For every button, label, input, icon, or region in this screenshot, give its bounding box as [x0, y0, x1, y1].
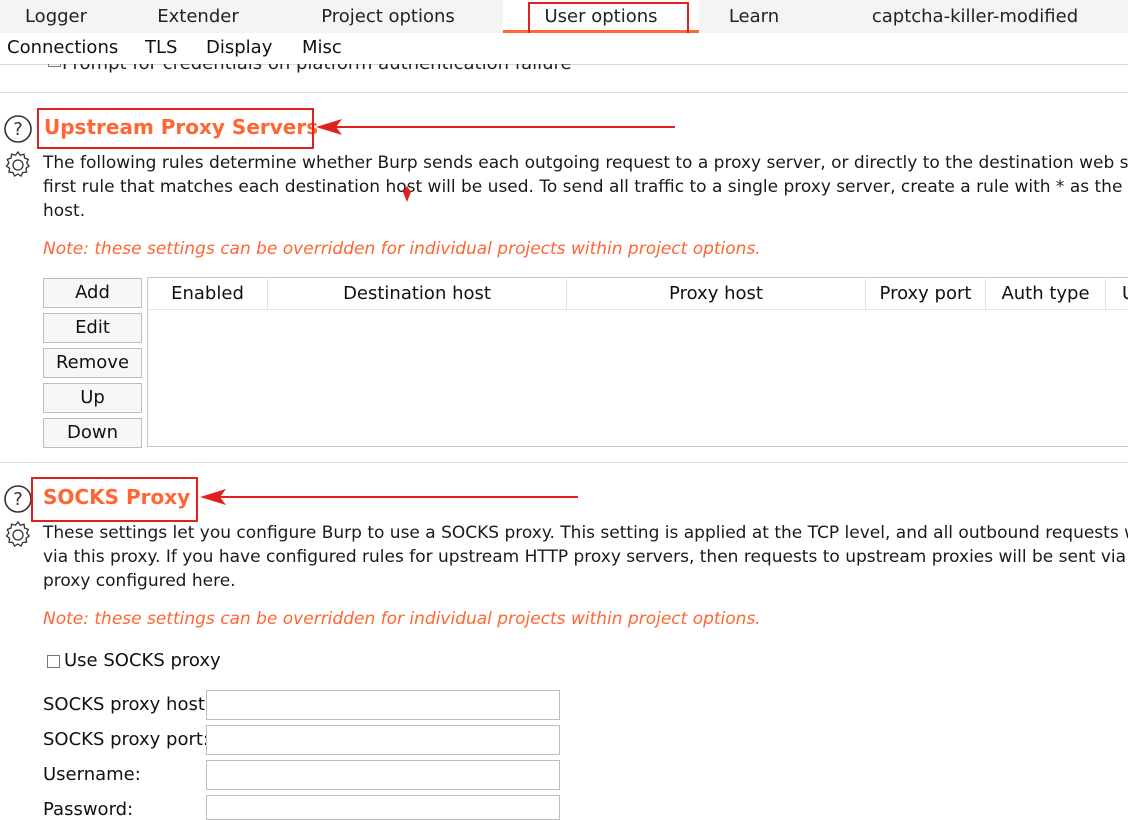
tab-project-options[interactable]: Project options [300, 0, 476, 33]
clipped-option-label: Prompt for credentials on platform authe… [62, 64, 572, 74]
socks-port-label: SOCKS proxy port: [43, 729, 209, 750]
socks-desc-line1: These settings let you configure Burp to… [43, 523, 1128, 543]
socks-username-input[interactable] [206, 760, 560, 790]
socks-password-label: Password: [43, 799, 134, 820]
column-header-destination-host[interactable]: Destination host [268, 279, 567, 310]
section-divider [0, 462, 1128, 463]
help-circle-icon[interactable]: ? [3, 114, 33, 144]
clipped-option-row: Prompt for credentials on platform authe… [48, 64, 668, 74]
column-header-truncated[interactable]: U [1106, 279, 1128, 310]
svg-text:?: ? [13, 489, 23, 510]
subtab-tls[interactable]: TLS [145, 34, 177, 62]
section-divider [0, 92, 1128, 93]
annotation-arrow-upstream [330, 126, 675, 128]
add-button[interactable]: Add [43, 278, 142, 308]
subtab-display[interactable]: Display [206, 34, 272, 62]
upstream-desc-line3: host. [43, 201, 86, 221]
tab-extender[interactable]: Extender [140, 0, 256, 33]
socks-password-input[interactable] [206, 795, 560, 820]
upstream-note: Note: these settings can be overridden f… [43, 239, 761, 259]
column-header-proxy-host[interactable]: Proxy host [567, 279, 866, 310]
tab-logger[interactable]: Logger [0, 0, 112, 33]
up-button[interactable]: Up [43, 383, 142, 413]
subtab-misc[interactable]: Misc [302, 34, 342, 62]
socks-desc-line2: via this proxy. If you have configured r… [43, 547, 1128, 567]
annotation-box-upstream [37, 108, 314, 149]
socks-port-input[interactable] [206, 725, 560, 755]
socks-desc-line3: proxy configured here. [43, 571, 236, 591]
upstream-desc-line2: first rule that matches each destination… [43, 177, 1128, 197]
gear-icon[interactable] [2, 149, 34, 181]
annotation-caret-mark [403, 186, 411, 202]
edit-button[interactable]: Edit [43, 313, 142, 343]
tab-learn[interactable]: Learn [710, 0, 798, 33]
column-header-proxy-port[interactable]: Proxy port [866, 279, 986, 310]
remove-button[interactable]: Remove [43, 348, 142, 378]
upstream-rules-table[interactable]: Enabled Destination host Proxy host Prox… [147, 277, 1128, 447]
column-header-auth-type[interactable]: Auth type [986, 279, 1106, 310]
annotation-arrow-socks [214, 496, 578, 498]
socks-username-label: Username: [43, 764, 141, 785]
svg-text:?: ? [13, 119, 23, 140]
down-button[interactable]: Down [43, 418, 142, 448]
help-circle-icon[interactable]: ? [3, 484, 33, 514]
clipped-option-checkbox[interactable] [48, 64, 61, 67]
socks-note: Note: these settings can be overridden f… [43, 609, 761, 629]
socks-host-label: SOCKS proxy host: [43, 694, 211, 715]
column-header-enabled[interactable]: Enabled [148, 279, 268, 310]
annotation-arrowhead-upstream [316, 119, 342, 135]
subtab-connections[interactable]: Connections [7, 34, 118, 62]
upstream-desc-line1: The following rules determine whether Bu… [43, 153, 1128, 173]
tab-captcha-killer-modified[interactable]: captcha-killer-modified [850, 0, 1100, 33]
socks-host-input[interactable] [206, 690, 560, 720]
use-socks-proxy-checkbox[interactable] [47, 655, 60, 668]
gear-icon[interactable] [2, 519, 34, 551]
use-socks-proxy-label: Use SOCKS proxy [64, 650, 221, 671]
annotation-box-socks [31, 477, 198, 522]
annotation-arrowhead-socks [200, 489, 226, 505]
